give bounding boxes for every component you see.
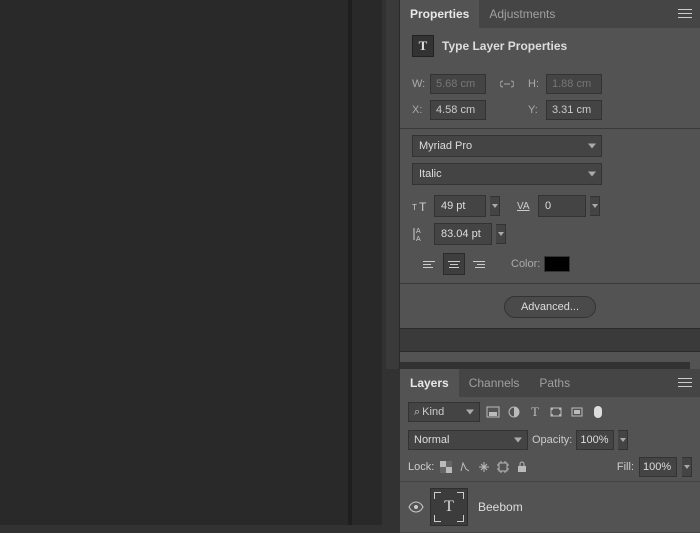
- opacity-field[interactable]: [576, 430, 614, 450]
- font-size-stepper[interactable]: [490, 196, 500, 216]
- blend-row: Normal Opacity:: [400, 427, 700, 453]
- width-field[interactable]: [430, 74, 486, 94]
- layer-name[interactable]: Beebom: [478, 500, 523, 514]
- lock-image-icon[interactable]: [458, 460, 472, 474]
- svg-text:A: A: [416, 236, 421, 242]
- canvas-area[interactable]: [0, 0, 382, 525]
- font-family-dropdown[interactable]: Myriad Pro: [412, 135, 602, 157]
- filter-adjustment-icon[interactable]: [506, 404, 522, 420]
- tracking-icon: VA: [516, 199, 534, 213]
- color-label: Color:: [511, 258, 540, 270]
- lock-row: Lock: Fill:: [400, 453, 700, 481]
- font-size-icon: TT: [412, 199, 430, 213]
- tab-paths[interactable]: Paths: [529, 369, 580, 397]
- svg-text:T: T: [412, 203, 417, 212]
- fill-label: Fill:: [617, 461, 634, 473]
- tab-channels[interactable]: Channels: [459, 369, 530, 397]
- svg-text:A: A: [416, 228, 421, 235]
- advanced-button[interactable]: Advanced...: [504, 296, 596, 318]
- filter-shape-icon[interactable]: [548, 404, 564, 420]
- x-field[interactable]: [430, 100, 486, 120]
- lock-label: Lock:: [408, 461, 434, 473]
- panel-menu-button[interactable]: [678, 6, 696, 20]
- blend-mode-dropdown[interactable]: Normal: [408, 430, 528, 450]
- properties-tab-bar: Properties Adjustments: [400, 0, 700, 28]
- lock-position-icon[interactable]: [477, 460, 491, 474]
- y-field[interactable]: [546, 100, 602, 120]
- layers-panel-menu-button[interactable]: [678, 375, 696, 389]
- panel-gap: [400, 328, 700, 352]
- canvas-divider: [348, 0, 352, 525]
- lock-artboard-icon[interactable]: [496, 460, 510, 474]
- layers-panel: Layers Channels Paths ⌕ Kind T Normal Op…: [400, 369, 700, 533]
- fill-stepper[interactable]: [682, 457, 692, 477]
- divider: [400, 128, 700, 129]
- filter-toggle[interactable]: [594, 406, 602, 418]
- filter-type-icon[interactable]: T: [527, 404, 543, 420]
- fill-field[interactable]: [639, 457, 677, 477]
- opacity-label: Opacity:: [532, 434, 572, 446]
- tracking-stepper[interactable]: [590, 196, 600, 216]
- leading-stepper[interactable]: [496, 224, 506, 244]
- font-size-field[interactable]: 49 pt: [434, 195, 486, 217]
- align-left-button[interactable]: [418, 253, 440, 275]
- leading-icon: AA: [412, 226, 430, 242]
- svg-text:T: T: [419, 200, 427, 213]
- tab-properties[interactable]: Properties: [400, 0, 479, 28]
- font-style-dropdown[interactable]: Italic: [412, 163, 602, 185]
- visibility-toggle-icon[interactable]: [408, 501, 424, 513]
- font-family-value: Myriad Pro: [419, 140, 472, 152]
- opacity-stepper[interactable]: [618, 430, 628, 450]
- font-style-value: Italic: [419, 168, 442, 180]
- tracking-field[interactable]: 0: [538, 195, 586, 217]
- link-dimensions-icon[interactable]: [500, 78, 514, 90]
- tab-layers[interactable]: Layers: [400, 369, 459, 397]
- align-right-button[interactable]: [468, 253, 490, 275]
- y-label: Y:: [528, 104, 546, 116]
- properties-panel: Properties Adjustments T Type Layer Prop…: [400, 0, 700, 362]
- layers-tab-bar: Layers Channels Paths: [400, 369, 700, 397]
- filter-kind-dropdown[interactable]: ⌕ Kind: [408, 402, 480, 422]
- type-layer-title: Type Layer Properties: [442, 39, 567, 53]
- tab-adjustments[interactable]: Adjustments: [479, 0, 565, 28]
- type-icon: T: [412, 35, 434, 57]
- lock-transparency-icon[interactable]: [439, 460, 453, 474]
- lock-all-icon[interactable]: [515, 460, 529, 474]
- height-field[interactable]: [546, 74, 602, 94]
- divider: [400, 283, 700, 284]
- height-label: H:: [528, 78, 546, 90]
- filter-pixel-icon[interactable]: [485, 404, 501, 420]
- layer-filter-row: ⌕ Kind T: [400, 397, 700, 427]
- type-layer-header: T Type Layer Properties: [400, 28, 700, 64]
- width-label: W:: [412, 78, 430, 90]
- align-center-button[interactable]: [443, 253, 465, 275]
- svg-text:VA: VA: [517, 201, 530, 212]
- vertical-scrollbar[interactable]: [386, 0, 400, 369]
- layer-row[interactable]: T Beebom: [400, 481, 700, 533]
- x-label: X:: [412, 104, 430, 116]
- layer-thumbnail[interactable]: T: [430, 488, 468, 526]
- text-color-swatch[interactable]: [544, 256, 570, 272]
- leading-field[interactable]: 83.04 pt: [434, 223, 492, 245]
- filter-smart-icon[interactable]: [569, 404, 585, 420]
- type-layer-glyph: T: [444, 498, 454, 516]
